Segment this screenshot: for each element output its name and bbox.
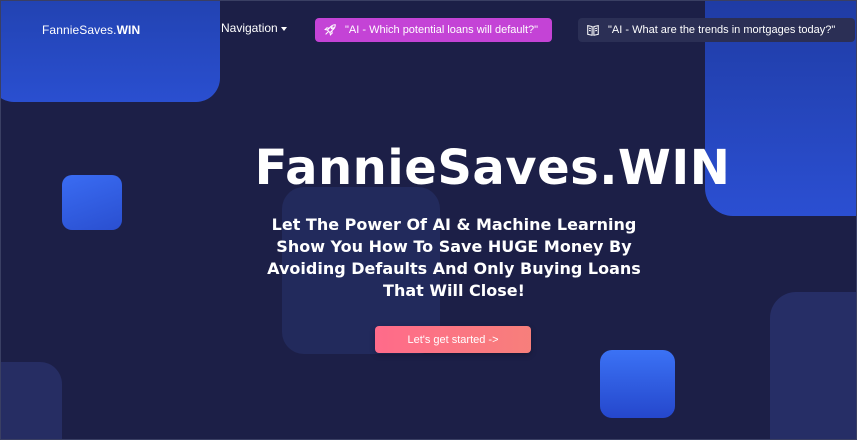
hero-subtitle: Let The Power Of AI & Machine Learning S… <box>267 215 641 300</box>
navigation-label: Navigation <box>221 21 278 35</box>
ai-mortgage-trends-button[interactable]: "AI - What are the trends in mortgages t… <box>578 18 855 42</box>
ai-loan-default-button[interactable]: "AI - Which potential loans will default… <box>315 18 552 42</box>
brand-logo-bold: WIN <box>116 23 141 37</box>
ai-loan-default-label: "AI - Which potential loans will default… <box>345 24 539 36</box>
landing-page: FannieSaves.WIN Navigation "AI - Which p… <box>0 0 857 440</box>
brand-logo[interactable]: FannieSaves.WIN <box>42 23 140 37</box>
rocket-icon <box>324 24 336 36</box>
decorative-shape-bottom-right <box>770 292 857 440</box>
decorative-shape-bottom-left <box>0 362 62 440</box>
ai-mortgage-trends-label: "AI - What are the trends in mortgages t… <box>608 24 836 36</box>
brand-logo-light: FannieSaves. <box>42 23 117 37</box>
book-icon <box>587 24 599 36</box>
caret-down-icon <box>280 26 287 31</box>
decorative-shape-top-left <box>0 0 220 102</box>
hero-title: FannieSaves.WIN <box>254 140 731 196</box>
navigation-dropdown[interactable]: Navigation <box>221 21 287 35</box>
get-started-button[interactable]: Let's get started -> <box>375 326 531 353</box>
decorative-cube-bottom <box>600 350 675 418</box>
